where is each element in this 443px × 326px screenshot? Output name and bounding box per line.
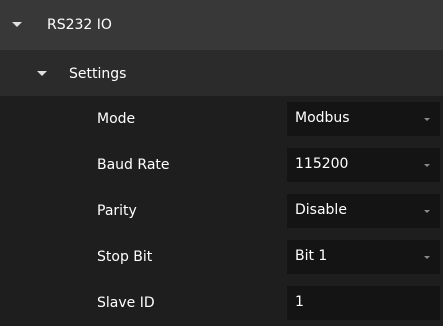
baud-rate-dropdown[interactable]: 115200 bbox=[287, 148, 440, 182]
dropdown-arrow-icon bbox=[424, 118, 430, 121]
baud-rate-value: 115200 bbox=[295, 156, 349, 172]
settings-section-header[interactable]: Settings bbox=[0, 50, 443, 96]
setting-row-baud-rate: Baud Rate 115200 bbox=[0, 142, 443, 188]
rs232-io-title: RS232 IO bbox=[47, 17, 112, 33]
settings-title: Settings bbox=[69, 66, 127, 82]
stop-bit-value: Bit 1 bbox=[295, 248, 328, 264]
slave-id-label: Slave ID bbox=[97, 295, 155, 311]
rs232-io-header[interactable]: RS232 IO bbox=[0, 0, 443, 50]
mode-label: Mode bbox=[97, 111, 136, 127]
mode-dropdown[interactable]: Modbus bbox=[287, 102, 440, 136]
stop-bit-label: Stop Bit bbox=[97, 249, 153, 265]
setting-row-slave-id: Slave ID 1 bbox=[0, 280, 443, 326]
parity-dropdown[interactable]: Disable bbox=[287, 194, 440, 228]
parity-value: Disable bbox=[295, 202, 347, 218]
dropdown-arrow-icon bbox=[424, 164, 430, 167]
setting-row-mode: Mode Modbus bbox=[0, 96, 443, 142]
rs232-io-panel: RS232 IO Settings Mode Modbus Baud Rate … bbox=[0, 0, 443, 322]
stop-bit-dropdown[interactable]: Bit 1 bbox=[287, 240, 440, 274]
setting-row-stop-bit: Stop Bit Bit 1 bbox=[0, 234, 443, 280]
baud-rate-label: Baud Rate bbox=[97, 157, 170, 173]
chevron-down-icon[interactable] bbox=[12, 22, 22, 27]
slave-id-value: 1 bbox=[295, 294, 304, 310]
dropdown-arrow-icon bbox=[424, 256, 430, 259]
slave-id-input[interactable]: 1 bbox=[287, 286, 440, 320]
mode-value: Modbus bbox=[295, 110, 350, 126]
setting-row-parity: Parity Disable bbox=[0, 188, 443, 234]
parity-label: Parity bbox=[97, 203, 137, 219]
chevron-down-icon[interactable] bbox=[37, 71, 47, 76]
dropdown-arrow-icon bbox=[424, 210, 430, 213]
